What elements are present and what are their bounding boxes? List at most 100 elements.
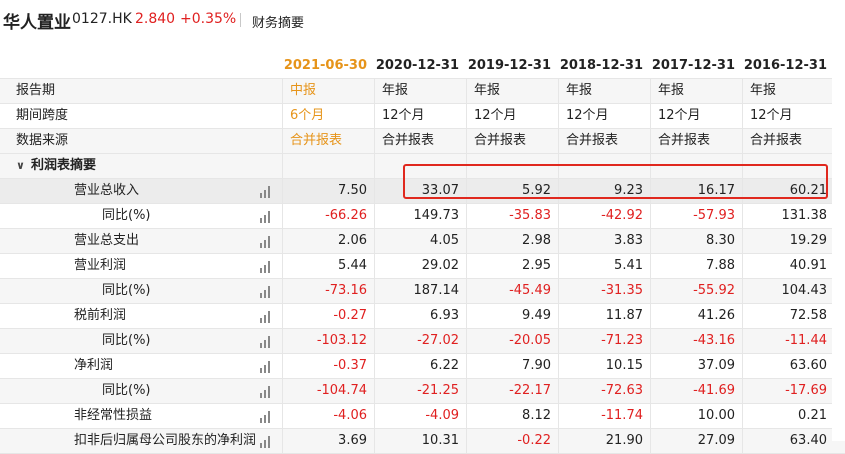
row-label: 营业利润 (74, 258, 127, 273)
bar-chart-icon[interactable] (260, 186, 272, 198)
bar-chart-icon-bar (268, 236, 270, 248)
table-cell (466, 154, 558, 178)
table-cell: 12个月 (566, 108, 609, 123)
table-cell: 6个月 (290, 108, 325, 123)
tab-financial-summary[interactable]: 财务摘要 (252, 12, 304, 31)
bar-chart-icon[interactable] (260, 386, 272, 398)
table-cell: -0.37 (333, 358, 367, 373)
table-row: 税前利润 -0.27 6.93 9.49 11.87 41.26 72.58 (0, 304, 845, 329)
column-header-date[interactable]: 2016-12-31 (742, 54, 834, 78)
table-cell: -35.83 (509, 208, 551, 223)
bar-chart-icon[interactable] (260, 361, 272, 373)
table-cell: 19.29 (789, 233, 827, 248)
bar-chart-icon[interactable] (260, 411, 272, 423)
table-cell: -4.09 (425, 408, 459, 423)
table-cell (374, 154, 466, 178)
table-cell: 6.22 (430, 358, 459, 373)
bar-chart-icon-bar (264, 290, 266, 298)
row-label: 期间跨度 (16, 108, 69, 123)
bar-chart-icon[interactable] (260, 261, 272, 273)
bar-chart-icon-bar (264, 390, 266, 398)
table-cell: 3.83 (614, 233, 643, 248)
bar-chart-icon-bar (260, 418, 262, 423)
column-divider (374, 429, 375, 453)
column-divider (558, 304, 559, 328)
table-cell: -71.23 (601, 333, 643, 348)
table-row: 同比(%) -66.26 149.73 -35.83 -42.92 -57.93 131.3… (0, 204, 845, 229)
table-row: 期间跨度 6个月 12个月 12个月 12个月 12个月 12个月 (0, 104, 845, 129)
column-divider (374, 304, 375, 328)
bar-chart-icon-bar (260, 393, 262, 398)
column-divider (466, 404, 467, 428)
bar-chart-icon-bar (264, 190, 266, 198)
table-cell: -0.22 (517, 433, 551, 448)
column-divider (742, 204, 743, 228)
table-row: 数据来源 合并报表 合并报表 合并报表 合并报表 合并报表 合并报表 (0, 129, 845, 154)
column-header-date[interactable]: 2017-12-31 (650, 54, 742, 78)
bar-chart-icon-bar (268, 336, 270, 348)
table-cell: -103.12 (316, 333, 367, 348)
column-divider (282, 254, 283, 278)
column-divider (282, 79, 283, 103)
column-divider (282, 379, 283, 403)
column-divider (650, 304, 651, 328)
column-divider (558, 204, 559, 228)
column-divider (282, 429, 283, 453)
table-cell: -41.69 (693, 383, 735, 398)
table-cell: 11.87 (605, 308, 643, 323)
bar-chart-icon-bar (260, 318, 262, 323)
table-cell: 72.58 (789, 308, 827, 323)
table-cell: 10.00 (697, 408, 735, 423)
chevron-down-icon[interactable]: ∨ (16, 154, 25, 178)
column-divider (374, 79, 375, 103)
section-title[interactable]: ∨ 利润表摘要 (16, 154, 282, 178)
table-cell: 10.31 (421, 433, 459, 448)
column-divider (558, 129, 559, 153)
bar-chart-icon[interactable] (260, 311, 272, 323)
column-header-date[interactable]: 2020-12-31 (374, 54, 466, 78)
column-divider (742, 379, 743, 403)
bar-chart-icon[interactable] (260, 336, 272, 348)
table-cell: 12个月 (658, 108, 701, 123)
column-divider (742, 429, 743, 453)
bar-chart-icon-bar (264, 340, 266, 348)
table-cell: -0.27 (333, 308, 367, 323)
column-divider (558, 229, 559, 253)
column-divider (466, 204, 467, 228)
bar-chart-icon-bar (260, 268, 262, 273)
table-cell: 131.38 (781, 208, 828, 223)
table-cell: 33.07 (421, 183, 459, 198)
column-header-date[interactable]: 2021-06-30 (282, 54, 374, 78)
table-right-edge (832, 54, 845, 441)
column-divider (282, 354, 283, 378)
bar-chart-icon-bar (268, 436, 270, 448)
column-divider (374, 354, 375, 378)
table-cell: 7.90 (522, 358, 551, 373)
financial-summary-table: 2021-06-30 2020-12-31 2019-12-31 2018-12-31… (0, 54, 845, 454)
table-cell (558, 154, 650, 178)
row-label: 净利润 (74, 358, 114, 373)
column-divider (742, 154, 743, 178)
table-cell: 37.09 (697, 358, 735, 373)
bar-chart-icon-bar (264, 265, 266, 273)
bar-chart-icon[interactable] (260, 211, 272, 223)
column-divider (466, 129, 467, 153)
column-header-date[interactable]: 2019-12-31 (466, 54, 558, 78)
bar-chart-icon-bar (264, 240, 266, 248)
bar-chart-icon[interactable] (260, 236, 272, 248)
table-row: 净利润 -0.37 6.22 7.90 10.15 37.09 63.60 (0, 354, 845, 379)
table-cell: 年报 (658, 83, 685, 98)
column-divider (282, 129, 283, 153)
bar-chart-icon[interactable] (260, 286, 272, 298)
row-label: 税前利润 (74, 308, 127, 323)
table-row: 非经常性损益 -4.06 -4.09 8.12 -11.74 10.00 0.21 (0, 404, 845, 429)
row-label: 同比(%) (102, 208, 151, 223)
column-divider (374, 379, 375, 403)
table-cell: 0.21 (798, 408, 827, 423)
bar-chart-icon[interactable] (260, 436, 272, 448)
column-divider (466, 329, 467, 353)
table-cell: 5.41 (614, 258, 643, 273)
column-header-date[interactable]: 2018-12-31 (558, 54, 650, 78)
table-cell: 2.06 (338, 233, 367, 248)
column-divider (650, 354, 651, 378)
